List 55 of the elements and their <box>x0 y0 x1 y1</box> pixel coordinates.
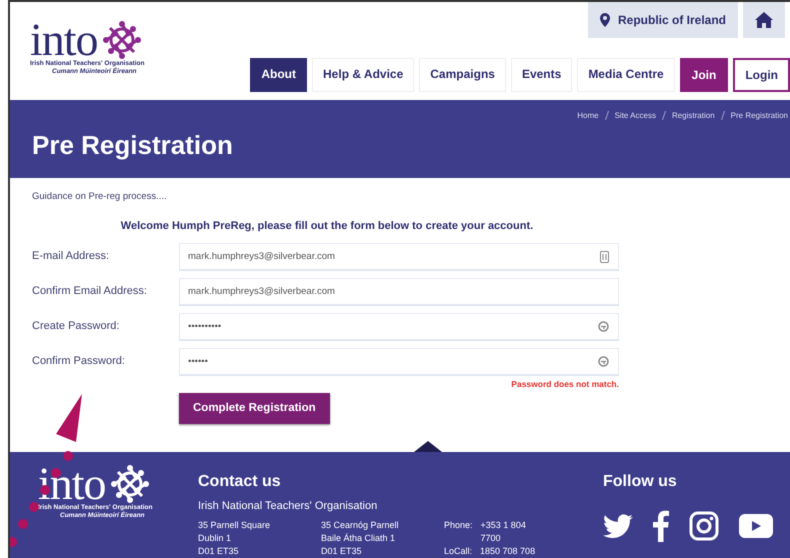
phone-number: +353 1 804 7700 <box>480 518 527 544</box>
footer-heading: Follow us <box>603 472 678 492</box>
breadcrumb-link[interactable]: Pre Registration <box>730 110 788 122</box>
scroll-to-top-icon[interactable] <box>414 441 442 452</box>
breadcrumb-link[interactable]: Home <box>577 110 599 122</box>
key-icon[interactable] <box>598 320 609 332</box>
page-title: Pre Registration <box>32 129 234 162</box>
nav-tab[interactable]: Help & Advice <box>312 58 414 92</box>
input-field[interactable]: mark.humphreys3@silverbear.com <box>179 242 619 270</box>
field-label: Create Password: <box>32 319 120 334</box>
nav-tab[interactable]: Events <box>510 58 572 92</box>
address-line: D01 ET35 <box>321 544 363 558</box>
phone-label: LoCall: <box>444 544 472 558</box>
home-button[interactable] <box>743 2 785 38</box>
footer-heading: Contact us <box>198 472 282 492</box>
facebook-icon[interactable] <box>653 510 669 542</box>
field-label: Confirm Password: <box>32 354 126 369</box>
input-field[interactable]: mark.humphreys3@silverbear.com <box>179 278 619 305</box>
organisation-name: Irish National Teachers' Organisation <box>198 499 378 514</box>
breadcrumb-link[interactable]: Registration <box>672 110 715 122</box>
error-message: Password does not match. <box>510 378 619 390</box>
region-link[interactable]: Republic of Ireland <box>588 2 738 38</box>
logo-emblem-icon <box>102 20 142 60</box>
breadcrumb-link[interactable]: Site Access <box>614 110 656 122</box>
nav-tab[interactable]: About <box>250 58 308 92</box>
phone-number: 1850 708 708 <box>480 544 536 558</box>
input-field[interactable]: •••••• <box>179 348 619 375</box>
nav-tab[interactable]: Campaigns <box>419 58 506 92</box>
address-line: Baile Átha Cliath 1 <box>321 532 396 544</box>
logo-wordmark: into <box>30 20 98 60</box>
field-label: Confirm Email Address: <box>32 284 148 299</box>
login-button[interactable]: Login <box>733 58 790 92</box>
breadcrumb-separator-icon <box>604 111 609 120</box>
field-label: E-mail Address: <box>32 249 110 264</box>
youtube-icon[interactable] <box>739 514 773 538</box>
complete-registration-button[interactable]: Complete Registration <box>179 392 330 424</box>
location-pin-icon <box>600 13 610 27</box>
address-line: 35 Parnell Square <box>198 518 272 532</box>
welcome-message: Welcome Humph PreReg, please fill out the form below to create your account. <box>120 219 534 234</box>
twitter-icon[interactable] <box>603 514 633 538</box>
address-line: 35 Cearnóg Parnell <box>321 518 400 532</box>
instagram-icon[interactable] <box>689 511 719 541</box>
nav-tab[interactable]: Media Centre <box>577 58 675 92</box>
guidance-link[interactable]: Guidance on Pre-reg process.... <box>32 190 790 204</box>
home-icon <box>755 12 773 28</box>
address-line: Dublin 1 <box>198 532 232 544</box>
join-button[interactable]: Join <box>680 58 728 92</box>
phone-label: Phone: <box>444 518 473 532</box>
breadcrumb-separator-icon <box>720 111 725 120</box>
card-icon[interactable] <box>600 250 609 263</box>
key-icon[interactable] <box>598 356 609 367</box>
input-field[interactable]: •••••••••• <box>179 312 619 340</box>
address-line: D01 ET35 <box>198 544 240 558</box>
breadcrumb-separator-icon <box>662 111 666 120</box>
logo-emblem-icon <box>110 464 150 504</box>
